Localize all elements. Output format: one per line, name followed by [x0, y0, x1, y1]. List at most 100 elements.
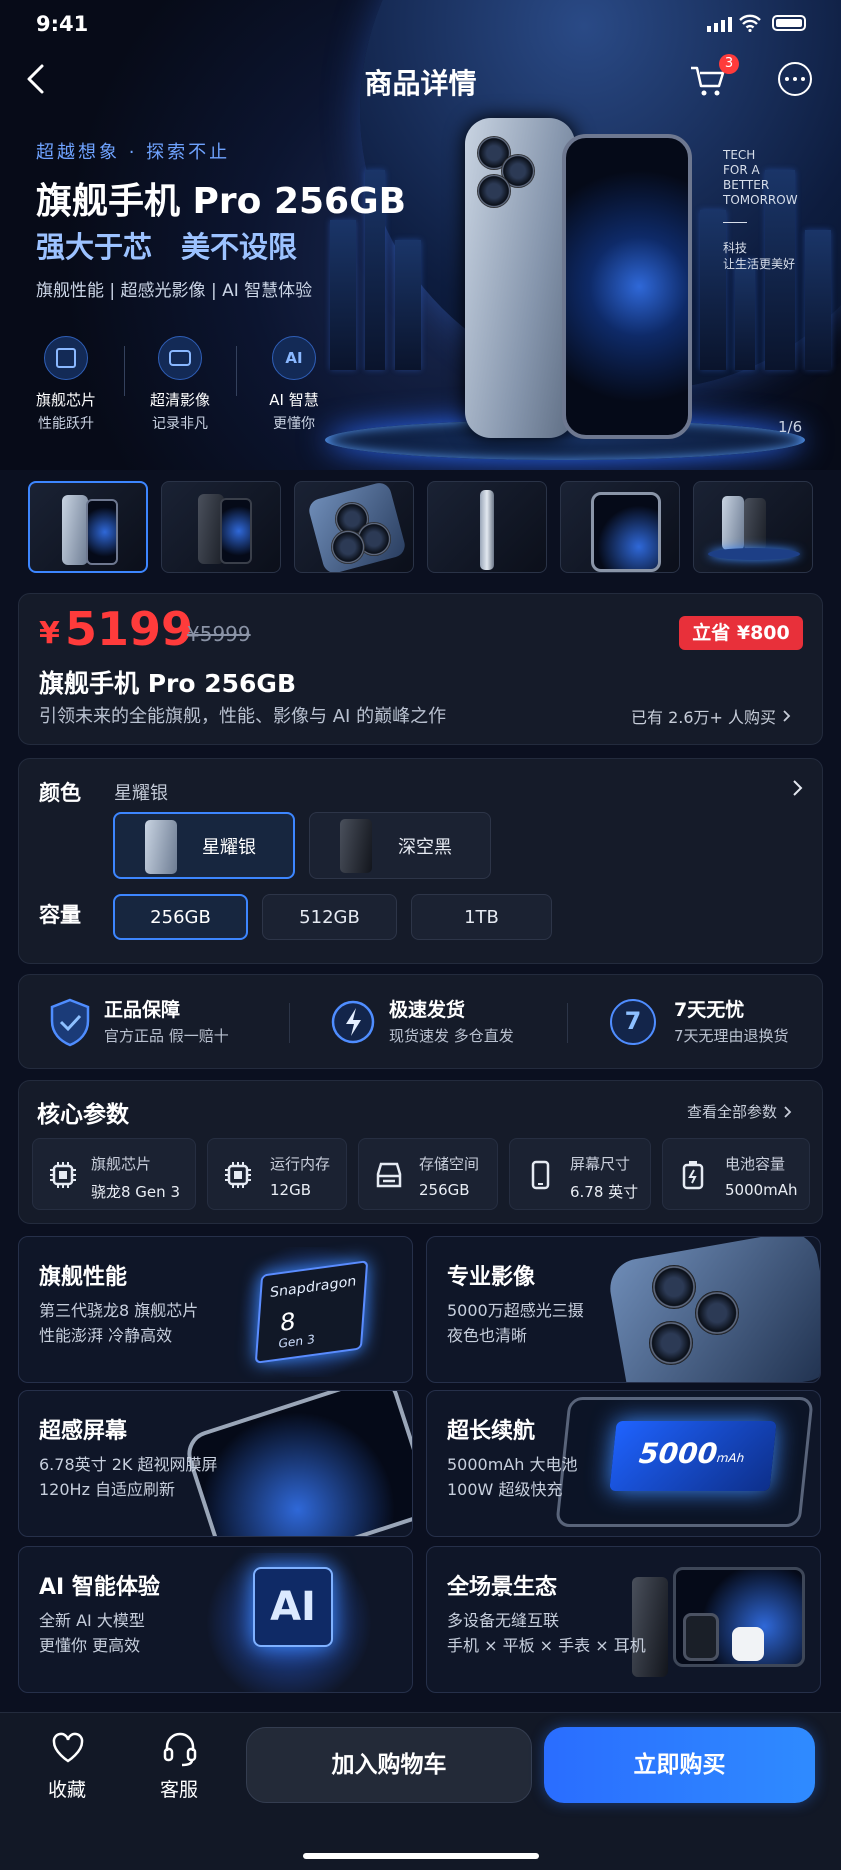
hero-feature-desc: 更懂你 — [273, 416, 315, 432]
phone-graphic — [632, 1577, 668, 1677]
param-value: 256GB — [419, 1181, 470, 1199]
battery-status-icon — [772, 15, 806, 31]
feature-line: 第三代骁龙8 旗舰芯片 — [39, 1301, 199, 1320]
seven-day-icon: 7 — [610, 999, 656, 1045]
customer-service-button[interactable]: 客服 — [152, 1731, 208, 1801]
service-desc: 官方正品 假一赔十 — [104, 1027, 229, 1045]
param-name: 电池容量 — [725, 1155, 786, 1173]
color-label: 颜色 — [39, 781, 81, 805]
feature-card-camera[interactable]: 专业影像 5000万超感光三摄 夜色也清晰 — [426, 1236, 821, 1383]
feature-title: AI 智能体验 — [39, 1575, 160, 1600]
feature-title: 超长续航 — [447, 1419, 536, 1444]
param-name: 存储空间 — [419, 1155, 480, 1173]
add-to-cart-button[interactable]: 加入购物车 — [246, 1727, 532, 1803]
feature-card-performance[interactable]: Snapdragon 8 Gen 3 旗舰性能 第三代骁龙8 旗舰芯片 性能澎湃… — [18, 1236, 413, 1383]
feature-card-battery[interactable]: 5000 mAh 超长续航 5000mAh 大电池 100W 超级快充 — [426, 1390, 821, 1537]
silver-phone-image — [145, 820, 177, 874]
chevron-right-icon[interactable] — [792, 779, 804, 797]
black-phone-image — [340, 819, 372, 873]
feature-card-display[interactable]: 超感屏幕 6.78英寸 2K 超视网膜屏 120Hz 自适应刷新 — [18, 1390, 413, 1537]
watch-graphic — [683, 1613, 719, 1661]
feature-line: 100W 超级快充 — [447, 1480, 563, 1499]
price-card: ¥ 5199 ¥5999 立省 ¥800 旗舰手机 Pro 256GB 引领未来… — [18, 593, 823, 745]
capacity-option-1tb[interactable]: 1TB — [411, 894, 552, 940]
ai-icon: AI — [272, 336, 316, 380]
param-item: 屏幕尺寸 6.78 英寸 — [509, 1138, 651, 1210]
purchase-count-link[interactable]: 已有 2.6万+ 人购买 — [631, 704, 792, 728]
hero-title: 旗舰手机 Pro 256GB — [36, 181, 407, 222]
camera-icon — [158, 336, 202, 380]
product-detail-page: 9:41 商品详情 3 超越想象 · 探索不止 旗舰手机 Pro 256GB 强… — [0, 0, 841, 1870]
bottom-action-bar: 收藏 客服 加入购物车 立即购买 — [0, 1712, 841, 1870]
feature-line: 5000万超感光三摄 — [447, 1301, 584, 1320]
favorite-button[interactable]: 收藏 — [40, 1731, 96, 1801]
service-desc: 7天无理由退换货 — [674, 1027, 789, 1045]
building-graphic — [805, 230, 831, 370]
hero-feature-title: AI 智慧 — [269, 391, 319, 409]
color-option-silver[interactable]: 星耀银 — [113, 812, 295, 879]
save-badge: 立省 ¥800 — [679, 616, 803, 650]
cart-badge: 3 — [719, 54, 739, 74]
lens-graphic — [695, 1291, 739, 1335]
lens-graphic — [649, 1321, 693, 1365]
more-icon — [785, 77, 789, 81]
heart-icon — [52, 1732, 84, 1763]
param-name: 屏幕尺寸 — [570, 1155, 631, 1173]
thumbnail[interactable] — [693, 481, 813, 573]
hero-side-text-en: TECH FOR A BETTER TOMORROW — [723, 148, 798, 207]
thumbnail[interactable] — [294, 481, 414, 573]
wifi-icon — [739, 14, 761, 32]
feature-line: 手机 × 平板 × 手表 × 耳机 — [447, 1636, 646, 1655]
battery-capacity-text: 5000 — [637, 1437, 719, 1470]
hero-banner[interactable]: 9:41 商品详情 3 超越想象 · 探索不止 旗舰手机 Pro 256GB 强… — [0, 0, 841, 470]
divider — [236, 346, 237, 396]
thumbnail[interactable] — [28, 481, 148, 573]
memory-chip-icon — [225, 1162, 251, 1188]
snapdragon-chip-graphic: Snapdragon 8 Gen 3 — [254, 1260, 369, 1364]
phone-screen-icon — [531, 1160, 550, 1190]
divider — [124, 346, 125, 396]
battery-graphic: 5000 mAh — [609, 1421, 777, 1491]
hero-feature-title: 旗舰芯片 — [35, 391, 96, 409]
status-time: 9:41 — [36, 12, 89, 36]
product-name: 旗舰手机 Pro 256GB — [39, 669, 296, 698]
chip-brand-text: Snapdragon — [269, 1273, 357, 1302]
cart-button[interactable]: 3 — [688, 54, 739, 100]
battery-icon — [682, 1161, 704, 1190]
phone-front-image — [562, 134, 692, 439]
building-graphic — [395, 240, 421, 370]
feature-line: 更懂你 更高效 — [39, 1636, 141, 1655]
headset-icon — [163, 1732, 197, 1767]
capacity-label: 容量 — [39, 903, 81, 927]
feature-card-ai[interactable]: AI AI 智能体验 全新 AI 大模型 更懂你 更高效 — [18, 1546, 413, 1693]
home-indicator — [303, 1853, 539, 1859]
chip-model-text: 8 — [278, 1307, 297, 1338]
thumbnail[interactable] — [161, 481, 281, 573]
view-all-params-link[interactable]: 查看全部参数 — [687, 1101, 793, 1122]
original-price: ¥5999 — [187, 622, 251, 646]
feature-title: 旗舰性能 — [39, 1265, 128, 1290]
ai-chip-graphic: AI — [253, 1567, 333, 1647]
purchase-count: 已有 2.6万+ 人购买 — [631, 708, 777, 727]
capacity-option-256gb[interactable]: 256GB — [113, 894, 248, 940]
building-graphic — [700, 210, 726, 370]
hero-feature-desc: 记录非凡 — [152, 416, 208, 432]
customer-service-label: 客服 — [160, 1779, 199, 1801]
chevron-right-icon — [784, 1105, 792, 1118]
feature-card-ecosystem[interactable]: 全场景生态 多设备无缝互联 手机 × 平板 × 手表 × 耳机 — [426, 1546, 821, 1693]
feature-line: 5000mAh 大电池 — [447, 1455, 578, 1474]
capacity-option-512gb[interactable]: 512GB — [262, 894, 397, 940]
building-graphic — [330, 220, 356, 370]
feature-line: 夜色也清晰 — [447, 1326, 528, 1345]
param-item: 运行内存 12GB — [207, 1138, 347, 1210]
buy-now-button[interactable]: 立即购买 — [544, 1727, 815, 1803]
thumbnail[interactable] — [427, 481, 547, 573]
lens-graphic — [652, 1265, 696, 1309]
thumbnail[interactable] — [560, 481, 680, 573]
hero-side-text-cn: 科技 让生活更美好 — [723, 241, 796, 271]
color-option-black[interactable]: 深空黑 — [309, 812, 491, 879]
more-button[interactable] — [778, 62, 812, 96]
param-value: 5000mAh — [725, 1181, 798, 1199]
lightning-icon — [331, 1000, 375, 1044]
view-all-label: 查看全部参数 — [687, 1103, 778, 1121]
